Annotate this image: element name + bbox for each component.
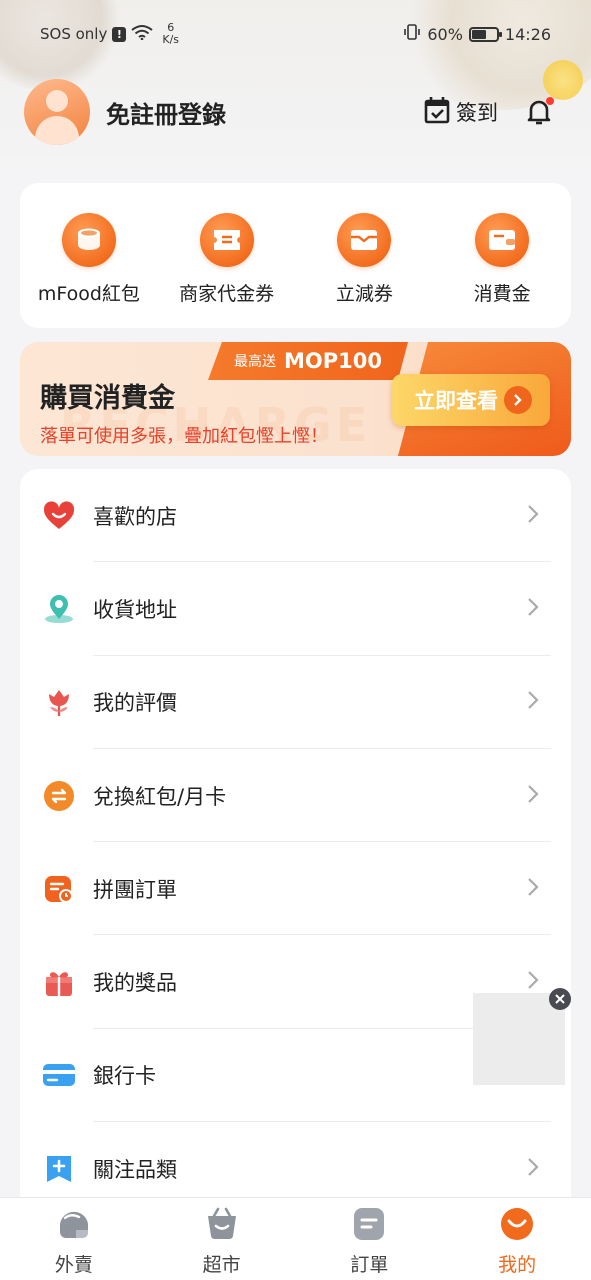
discount-coupon-icon	[337, 213, 392, 267]
wallet-item-red-packet[interactable]: mFood紅包	[24, 213, 154, 306]
notification-bell-button[interactable]	[524, 97, 554, 127]
exchange-icon	[42, 779, 76, 813]
view-now-button[interactable]: 立即查看	[392, 374, 550, 426]
shopping-basket-icon	[204, 1206, 240, 1242]
smile-profile-icon	[499, 1206, 535, 1242]
group-order-icon	[42, 872, 76, 906]
chevron-right-icon	[527, 690, 539, 714]
wallet-label: mFood紅包	[37, 283, 140, 305]
wallet-item-discount[interactable]: 立減券	[299, 213, 429, 306]
battery-percent: 60%	[427, 24, 463, 44]
carrier-text: SOS only	[40, 25, 108, 43]
nav-label: 我的	[498, 1254, 537, 1276]
nav-label: 訂單	[350, 1254, 389, 1276]
wallet-label: 消費金	[473, 283, 531, 305]
login-link[interactable]: 免註冊登錄	[106, 95, 226, 130]
menu-item-group-orders[interactable]: 拼團訂單	[20, 842, 571, 936]
clock-time: 14:26	[504, 24, 551, 44]
menu-label: 關注品類	[93, 1157, 177, 1182]
avatar[interactable]	[24, 79, 90, 145]
banner-subtitle: 落單可使用多張，疊加紅包慳上慳！	[40, 426, 328, 447]
alert-icon: !	[112, 26, 127, 42]
chevron-right-icon	[527, 877, 539, 901]
close-icon[interactable]	[549, 988, 571, 1010]
net-speed-unit: K/s	[162, 33, 180, 46]
banner-tag-amount: MOP100	[284, 349, 382, 373]
bank-card-icon	[42, 1058, 76, 1092]
network-speed: 6 K/s	[162, 22, 179, 46]
bookmark-plus-icon	[42, 1152, 76, 1186]
calendar-check-icon	[424, 96, 450, 129]
view-now-label: 立即查看	[414, 389, 498, 413]
gift-icon	[42, 965, 76, 999]
menu-list: 喜歡的店 收貨地址 我的評價 兌換紅包/月卡 拼團訂單 我的獎品 銀行卡 關注品…	[20, 469, 571, 1229]
wallet-item-consumption[interactable]: 消費金	[437, 213, 567, 306]
status-right: 60% 14:26	[403, 23, 551, 45]
menu-label: 銀行卡	[93, 1064, 156, 1089]
menu-label: 兌換紅包/月卡	[93, 784, 227, 809]
menu-label: 喜歡的店	[93, 504, 177, 529]
menu-label: 我的評價	[93, 691, 177, 716]
menu-item-redeem[interactable]: 兌換紅包/月卡	[20, 749, 571, 843]
tab-takeaway[interactable]: 外賣	[14, 1206, 134, 1277]
checkin-label: 簽到	[456, 101, 498, 125]
wallet-label: 立減券	[335, 283, 393, 305]
chevron-right-icon	[527, 784, 539, 808]
status-left: SOS only ! 6 K/s	[40, 22, 179, 46]
wallet-icon	[475, 213, 530, 267]
menu-item-favorite-stores[interactable]: 喜歡的店	[20, 469, 571, 563]
menu-label: 收貨地址	[93, 597, 177, 622]
floating-ad-placeholder[interactable]	[473, 993, 565, 1085]
location-pin-icon	[42, 592, 76, 626]
checkin-button[interactable]: 簽到	[424, 96, 498, 129]
chevron-right-icon	[527, 1157, 539, 1181]
tab-my-profile[interactable]: 我的	[457, 1206, 577, 1277]
profile-header: 免註冊登錄 簽到	[24, 78, 554, 146]
bell-icon	[524, 100, 554, 131]
vibrate-icon	[403, 23, 421, 45]
menu-item-my-reviews[interactable]: 我的評價	[20, 656, 571, 749]
nav-label: 超市	[202, 1254, 241, 1276]
promo-banner[interactable]: RECHARGE 最高送 MOP100 購買消費金 落單可使用多張，疊加紅包慳上…	[20, 342, 571, 456]
status-bar: SOS only ! 6 K/s 60% 14:26	[0, 18, 591, 50]
wallet-card: mFood紅包 商家代金券 立減券 消費金	[20, 183, 571, 328]
tab-orders[interactable]: 訂單	[309, 1206, 429, 1277]
banner-tag-prefix: 最高送	[234, 354, 276, 370]
banner-tag: 最高送 MOP100	[208, 342, 408, 380]
voucher-icon	[199, 213, 254, 267]
chevron-right-icon	[527, 970, 539, 994]
bottom-navigation: 外賣 超市 訂單 我的	[0, 1197, 591, 1280]
menu-label: 拼團訂單	[93, 877, 177, 902]
wifi-icon	[131, 24, 153, 44]
flower-icon	[42, 685, 76, 719]
nav-label: 外賣	[54, 1254, 93, 1276]
heart-icon	[42, 499, 76, 533]
menu-item-delivery-address[interactable]: 收貨地址	[20, 562, 571, 656]
chevron-right-icon	[527, 597, 539, 621]
battery-icon	[468, 26, 502, 42]
red-packet-icon	[61, 213, 116, 267]
chevron-right-icon	[504, 386, 532, 414]
chevron-right-icon	[527, 504, 539, 528]
rider-helmet-icon	[56, 1206, 92, 1242]
order-list-icon	[351, 1206, 387, 1242]
tab-supermarket[interactable]: 超市	[162, 1206, 282, 1277]
banner-title: 購買消費金	[40, 383, 175, 414]
wallet-label: 商家代金券	[179, 283, 275, 305]
wallet-item-voucher[interactable]: 商家代金券	[162, 213, 292, 306]
menu-label: 我的獎品	[93, 971, 177, 996]
notification-dot	[546, 97, 554, 105]
